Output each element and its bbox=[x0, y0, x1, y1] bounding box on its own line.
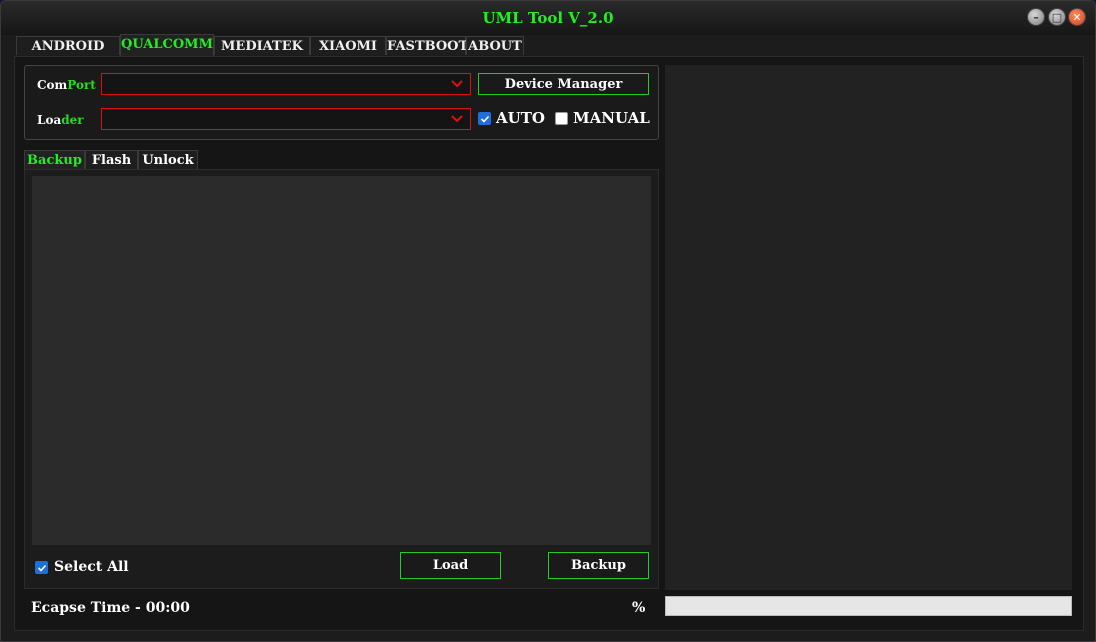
loader-label: Loader bbox=[37, 113, 84, 127]
tab-fastboot[interactable]: FASTBOOT bbox=[386, 36, 468, 55]
window-title: UML Tool V_2.0 bbox=[482, 9, 614, 27]
main-tab-bar: ANDROID QUALCOMM MEDIATEK XIAOMI FASTBOO… bbox=[14, 34, 1084, 57]
tab-backup[interactable]: Backup bbox=[24, 150, 85, 169]
close-icon: ✕ bbox=[1072, 10, 1082, 24]
chevron-down-icon bbox=[451, 80, 463, 88]
tab-about[interactable]: ABOUT bbox=[466, 36, 524, 55]
chevron-down-icon bbox=[451, 115, 463, 123]
tab-qualcomm[interactable]: QUALCOMM bbox=[120, 34, 214, 56]
comport-label: ComPort bbox=[37, 78, 96, 92]
partition-list[interactable] bbox=[32, 176, 651, 545]
close-button[interactable]: ✕ bbox=[1068, 8, 1086, 26]
manual-checkbox[interactable] bbox=[555, 112, 568, 125]
tab-flash[interactable]: Flash bbox=[85, 150, 138, 169]
auto-label[interactable]: AUTO bbox=[496, 109, 545, 127]
title-bar[interactable]: UML Tool V_2.0 – □ ✕ bbox=[1, 1, 1095, 35]
backup-button[interactable]: Backup bbox=[548, 552, 649, 579]
tab-mediatek[interactable]: MEDIATEK bbox=[214, 36, 310, 55]
tab-xiaomi[interactable]: XIAOMI bbox=[310, 36, 386, 55]
sub-tab-bar: Backup Flash Unlock bbox=[24, 150, 659, 170]
tab-unlock[interactable]: Unlock bbox=[138, 150, 198, 169]
log-output[interactable] bbox=[665, 65, 1072, 590]
select-all-label[interactable]: Select All bbox=[54, 559, 129, 575]
percent-label: % bbox=[632, 600, 646, 616]
device-manager-button[interactable]: Device Manager bbox=[478, 73, 649, 95]
comport-select[interactable] bbox=[101, 73, 471, 95]
select-all-checkbox[interactable] bbox=[35, 561, 48, 574]
tab-android[interactable]: ANDROID bbox=[16, 36, 120, 55]
minimize-icon: – bbox=[1033, 10, 1039, 24]
load-button[interactable]: Load bbox=[400, 552, 501, 579]
auto-checkbox[interactable] bbox=[478, 112, 491, 125]
elapsed-time: Ecapse Time - 00:00 bbox=[31, 600, 190, 616]
minimize-button[interactable]: – bbox=[1027, 8, 1045, 26]
maximize-button[interactable]: □ bbox=[1048, 8, 1066, 26]
checkmark-icon bbox=[480, 115, 489, 123]
checkmark-icon bbox=[37, 564, 46, 572]
manual-label[interactable]: MANUAL bbox=[573, 109, 650, 127]
maximize-icon: □ bbox=[1051, 10, 1063, 24]
loader-select[interactable] bbox=[101, 108, 471, 130]
connection-group: ComPort Device Manager Loader AUTO MANUA… bbox=[24, 65, 659, 140]
progress-bar bbox=[665, 596, 1072, 616]
